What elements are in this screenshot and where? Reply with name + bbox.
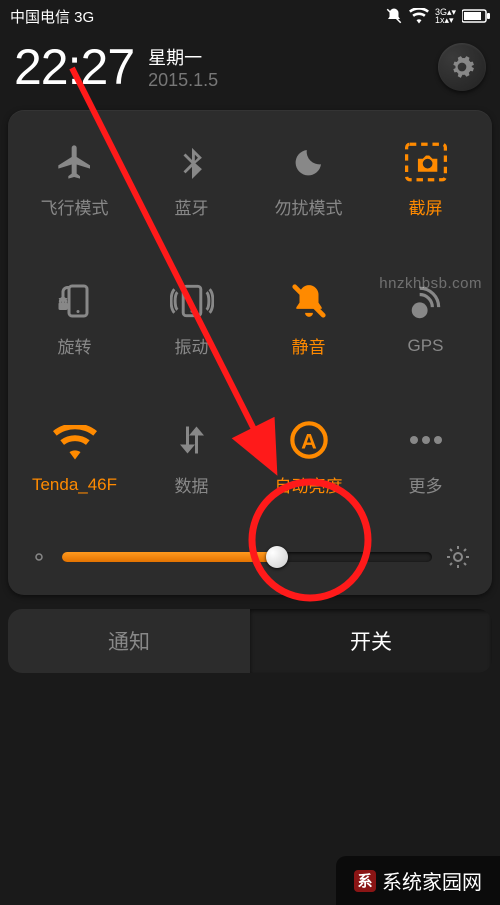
gear-icon — [449, 54, 475, 80]
bluetooth-icon — [175, 142, 209, 182]
footer-watermark: 系 系统家园网 — [336, 856, 500, 905]
screenshot-icon — [405, 142, 447, 182]
weekday-label: 星期一 — [148, 44, 218, 70]
battery-icon — [462, 9, 490, 23]
status-bar: 中国电信 3G 3G▴▾1x▴▾ — [0, 0, 500, 32]
tile-label: 静音 — [292, 333, 326, 358]
mobile-data-toggle[interactable]: 数据 — [133, 418, 250, 497]
settings-button[interactable] — [438, 43, 486, 91]
wifi-toggle[interactable]: Tenda_46F — [16, 418, 133, 497]
more-toggle[interactable]: 更多 — [367, 418, 484, 497]
tab-toggles[interactable]: 开关 — [250, 609, 492, 673]
brightness-slider[interactable] — [62, 537, 432, 577]
tile-label: 勿扰模式 — [275, 194, 343, 219]
vibration-icon — [170, 281, 214, 321]
header: 22:27 星期一 2015.1.5 — [0, 32, 500, 110]
svg-text:A: A — [301, 428, 317, 453]
data-arrows-icon — [174, 421, 210, 459]
dnd-toggle[interactable]: 勿扰模式 — [250, 140, 367, 219]
mute-status-icon — [385, 7, 403, 25]
tile-label: 旋转 — [58, 333, 92, 358]
auto-brightness-toggle[interactable]: A 自动亮度 — [250, 418, 367, 497]
tile-label: 更多 — [409, 472, 443, 497]
gps-toggle[interactable]: GPS — [367, 279, 484, 358]
tile-label: Tenda_46F — [32, 475, 117, 495]
rotation-lock-icon — [54, 281, 96, 321]
footer-logo-icon: 系 — [354, 870, 376, 892]
tile-label: 截屏 — [409, 194, 443, 219]
mute-toggle[interactable]: 静音 — [250, 279, 367, 358]
brightness-row — [8, 537, 492, 577]
carrier-label: 中国电信 3G — [10, 6, 94, 27]
quick-settings-panel: 飞行模式 蓝牙 勿扰模式 截屏 旋转 振动 静音 GPS — [8, 110, 492, 595]
status-icons: 3G▴▾1x▴▾ — [385, 7, 490, 25]
tile-label: 蓝牙 — [175, 194, 209, 219]
tab-notifications[interactable]: 通知 — [8, 609, 250, 673]
brightness-high-icon — [446, 545, 470, 569]
tile-label: 数据 — [175, 472, 209, 497]
slider-fill — [62, 552, 277, 562]
slider-thumb[interactable] — [266, 546, 288, 568]
clock-time: 22:27 — [14, 38, 134, 96]
brightness-low-icon — [30, 548, 48, 566]
footer-brand-label: 系统家园网 — [382, 866, 482, 895]
wifi-status-icon — [409, 8, 429, 24]
moon-icon — [291, 144, 327, 180]
screenshot-toggle[interactable]: 截屏 — [367, 140, 484, 219]
rotation-toggle[interactable]: 旋转 — [16, 279, 133, 358]
auto-brightness-icon: A — [289, 420, 329, 460]
tile-label: 自动亮度 — [275, 472, 343, 497]
more-dots-icon — [406, 434, 446, 446]
network-3g-icon: 3G▴▾1x▴▾ — [435, 8, 456, 24]
airplane-mode-toggle[interactable]: 飞行模式 — [16, 140, 133, 219]
gps-icon — [407, 285, 445, 323]
bottom-tabs: 通知 开关 — [8, 609, 492, 673]
airplane-icon — [55, 142, 95, 182]
tile-label: 飞行模式 — [41, 194, 109, 219]
wifi-icon — [53, 425, 97, 461]
tile-label: GPS — [408, 336, 444, 356]
date-label: 2015.1.5 — [148, 70, 218, 91]
bell-mute-icon — [290, 281, 328, 321]
bluetooth-toggle[interactable]: 蓝牙 — [133, 140, 250, 219]
tile-label: 振动 — [175, 333, 209, 358]
vibration-toggle[interactable]: 振动 — [133, 279, 250, 358]
